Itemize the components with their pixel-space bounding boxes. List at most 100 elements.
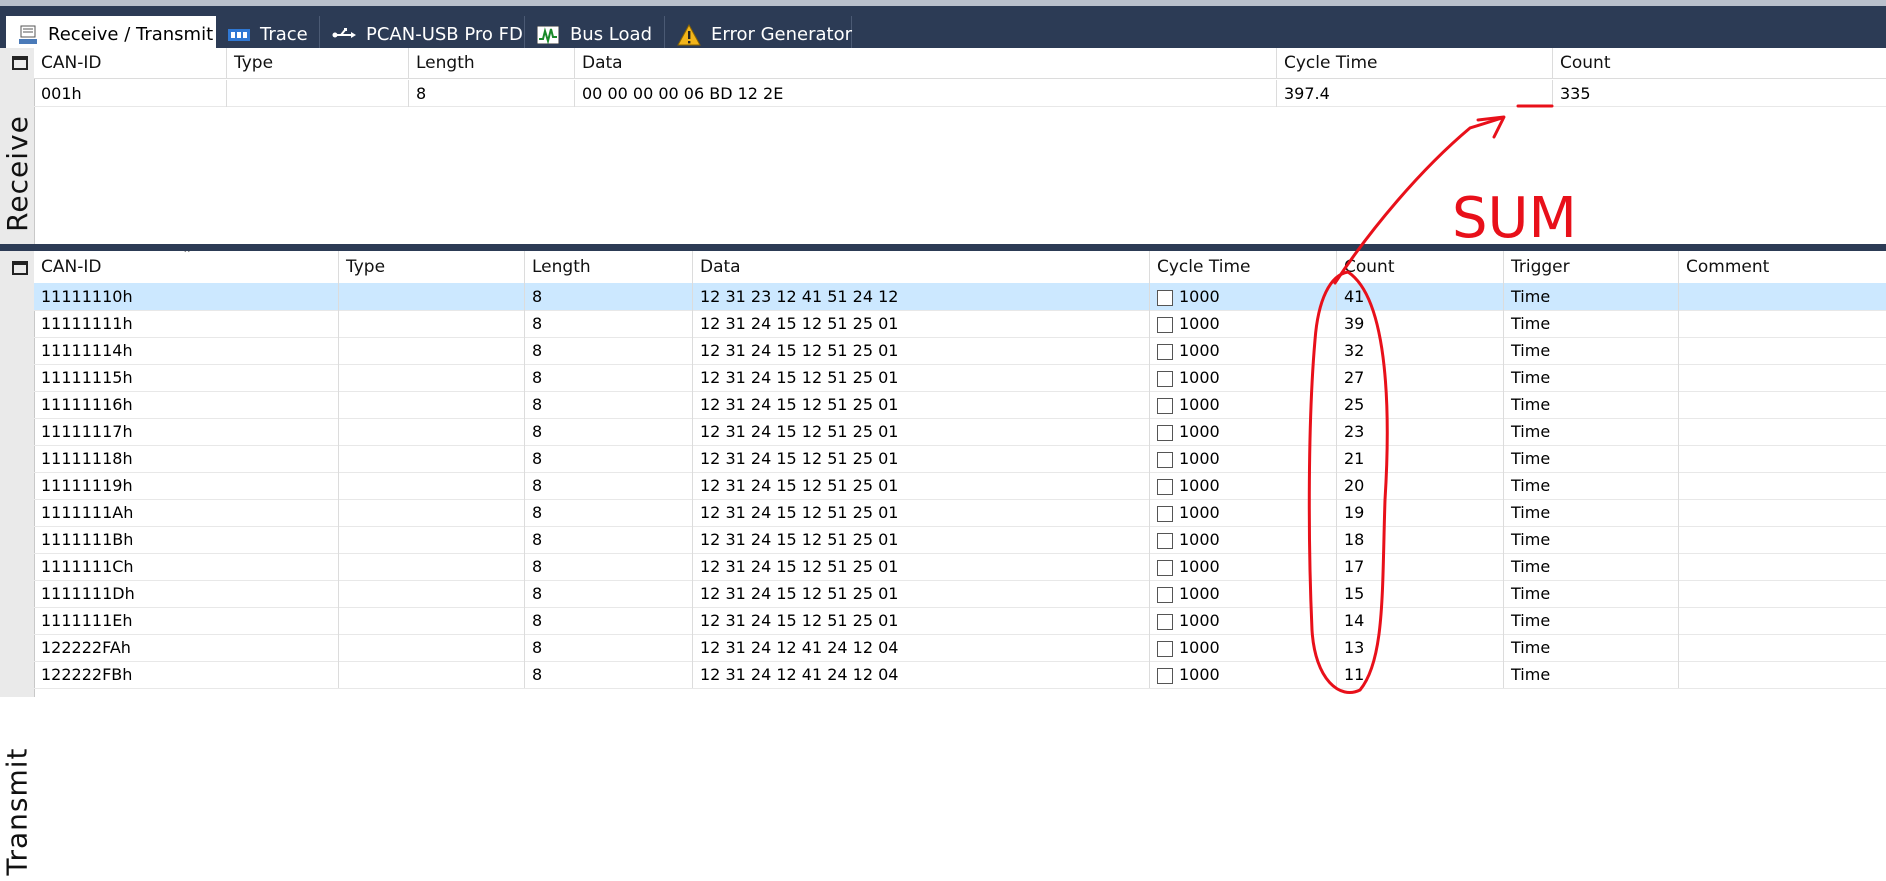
cycle-time[interactable]: 1000 [1150,553,1337,580]
data: 12 31 24 15 12 51 25 01 [693,310,1150,337]
cycle-time-value: 1000 [1179,314,1220,333]
table-row[interactable]: 11111116h 8 12 31 24 15 12 51 25 01 1000 25 T… [34,391,1886,419]
table-row[interactable]: 1111111Dh 8 12 31 24 15 12 51 25 01 1000 15 T… [34,580,1886,608]
table-row[interactable]: 11111115h 8 12 31 24 15 12 51 25 01 1000 27 T… [34,364,1886,392]
transmit-label: Transmit [0,746,34,876]
cycle-time[interactable]: 1000 [1150,310,1337,337]
header-type[interactable]: Type [227,48,409,78]
table-row[interactable]: 11111114h 8 12 31 24 15 12 51 25 01 1000 32 T… [34,337,1886,365]
header-type[interactable]: Type [339,251,525,283]
header-count[interactable]: Count [1337,251,1504,283]
cycle-time-value: 1000 [1179,530,1220,549]
cycle-time[interactable]: 1000 [1150,580,1337,607]
cycle-time[interactable]: 1000 [1150,445,1337,472]
cycle-checkbox[interactable] [1157,586,1173,603]
table-row[interactable]: 1111111Ch 8 12 31 24 15 12 51 25 01 1000 17 T… [34,553,1886,581]
table-row[interactable]: 1111111Bh 8 12 31 24 15 12 51 25 01 1000 18 T… [34,526,1886,554]
cycle-time[interactable]: 1000 [1150,337,1337,364]
comment [1679,499,1886,526]
header-data[interactable]: Data [575,48,1277,78]
length: 8 [525,310,693,337]
comment [1679,580,1886,607]
header-can-id[interactable]: CAN-ID ⌃ [34,251,339,283]
data: 12 31 24 15 12 51 25 01 [693,337,1150,364]
table-row[interactable]: 1111111Ah 8 12 31 24 15 12 51 25 01 1000 19 T… [34,499,1886,527]
type [339,283,525,310]
header-cycle-time[interactable]: Cycle Time [1150,251,1337,283]
cycle-time[interactable]: 1000 [1150,634,1337,661]
count: 41 [1337,283,1504,310]
tab-label: Bus Load [569,24,652,45]
cycle-time[interactable]: 1000 [1150,499,1337,526]
header-length[interactable]: Length [409,48,575,78]
cycle-time[interactable]: 1000 [1150,661,1337,688]
receive-header-row: CAN-ID Type Length Data Cycle Time Count [34,48,1886,79]
cycle-time-value: 1000 [1179,476,1220,495]
cycle-time[interactable]: 1000 [1150,526,1337,553]
can-id: 11111117h [34,418,339,445]
cycle-time[interactable]: 1000 [1150,607,1337,634]
header-comment[interactable]: Comment [1679,251,1886,283]
header-length[interactable]: Length [525,251,693,283]
table-row[interactable]: 1111111Eh 8 12 31 24 15 12 51 25 01 1000 14 T… [34,607,1886,635]
cycle-time[interactable]: 1000 [1150,364,1337,391]
trigger: Time [1504,418,1679,445]
header-count[interactable]: Count [1553,48,1886,78]
data: 12 31 24 15 12 51 25 01 [693,526,1150,553]
cycle-time[interactable]: 1000 [1150,472,1337,499]
cycle-checkbox[interactable] [1157,451,1173,468]
cycle-checkbox[interactable] [1157,667,1173,684]
cycle-time[interactable]: 1000 [1150,283,1337,310]
cycle-time-value: 1000 [1179,341,1220,360]
table-row[interactable]: 11111118h 8 12 31 24 15 12 51 25 01 1000 21 T… [34,445,1886,473]
cycle-checkbox[interactable] [1157,640,1173,657]
table-row[interactable]: 11111117h 8 12 31 24 15 12 51 25 01 1000 23 T… [34,418,1886,446]
panel-splitter[interactable] [0,244,1886,251]
length: 8 [525,634,693,661]
table-row[interactable]: 11111119h 8 12 31 24 15 12 51 25 01 1000 20 T… [34,472,1886,500]
header-data[interactable]: Data [693,251,1150,283]
cycle-checkbox[interactable] [1157,505,1173,522]
count: 21 [1337,445,1504,472]
count: 19 [1337,499,1504,526]
cycle-checkbox[interactable] [1157,559,1173,576]
comment [1679,337,1886,364]
cycle-checkbox[interactable] [1157,289,1173,306]
comment [1679,661,1886,688]
length: 8 [525,418,693,445]
cycle-time-value: 1000 [1179,584,1220,603]
header-trigger[interactable]: Trigger [1504,251,1679,283]
can-id: 1111111Dh [34,580,339,607]
type [339,580,525,607]
cycle-checkbox[interactable] [1157,532,1173,549]
receive-row[interactable]: 001h 8 00 00 00 00 06 BD 12 2E 397.4 335 [34,80,1886,107]
collapse-icon[interactable] [12,56,28,70]
header-cycle-time[interactable]: Cycle Time [1277,48,1553,78]
cycle-checkbox[interactable] [1157,613,1173,630]
length: 8 [525,580,693,607]
trigger: Time [1504,661,1679,688]
cycle-checkbox[interactable] [1157,478,1173,495]
header-can-id[interactable]: CAN-ID [34,48,227,78]
cycle-checkbox[interactable] [1157,316,1173,333]
comment [1679,526,1886,553]
cycle-time[interactable]: 1000 [1150,391,1337,418]
cycle-time-value: 1000 [1179,395,1220,414]
count: 11 [1337,661,1504,688]
usb-icon [332,24,356,46]
comment [1679,445,1886,472]
cycle-checkbox[interactable] [1157,397,1173,414]
collapse-icon[interactable] [12,261,28,275]
table-row[interactable]: 122222FAh 8 12 31 24 12 41 24 12 04 1000 13 T… [34,634,1886,662]
cycle-checkbox[interactable] [1157,370,1173,387]
type [339,337,525,364]
cycle-checkbox[interactable] [1157,343,1173,360]
table-row[interactable]: 122222FBh 8 12 31 24 12 41 24 12 04 1000 11 T… [34,661,1886,689]
receive-side-label: Receive [0,48,35,244]
count: 23 [1337,418,1504,445]
table-row[interactable]: 11111111h 8 12 31 24 15 12 51 25 01 1000 39 T… [34,310,1886,338]
cycle-time[interactable]: 1000 [1150,418,1337,445]
table-row[interactable]: 11111110h 8 12 31 23 12 41 51 24 12 1000 41 T… [34,283,1886,311]
cycle-checkbox[interactable] [1157,424,1173,441]
can-id: 001h [34,80,227,107]
